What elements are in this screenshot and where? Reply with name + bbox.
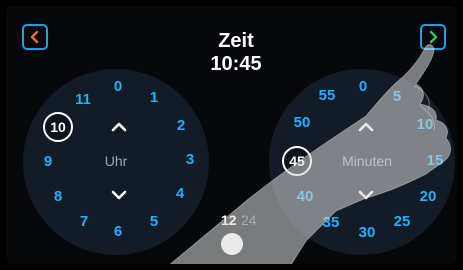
minute-0[interactable]: 0: [351, 77, 375, 97]
minute-35[interactable]: 35: [319, 213, 343, 233]
minute-45-selected[interactable]: 45: [282, 146, 312, 176]
page-title: Zeit: [218, 30, 254, 52]
hour-0[interactable]: 0: [106, 77, 130, 97]
minute-20[interactable]: 20: [416, 187, 440, 207]
hour-dial[interactable]: 0 1 2 3 4 5 6 7 8 9 10 11 Uhr: [23, 69, 209, 255]
format-24-option[interactable]: 24: [241, 212, 257, 228]
minute-50[interactable]: 50: [290, 113, 314, 133]
minute-dial[interactable]: 55 0 5 50 10 45 15 40 20 35 30 25 Minute…: [269, 69, 455, 255]
format-12-option[interactable]: 12: [221, 212, 237, 228]
hour-2[interactable]: 2: [169, 116, 193, 136]
hour-3[interactable]: 3: [178, 150, 202, 170]
next-button[interactable]: [420, 24, 446, 50]
hour-1[interactable]: 1: [142, 88, 166, 108]
hour-8[interactable]: 8: [46, 187, 70, 207]
hour-11[interactable]: 11: [71, 90, 95, 110]
minute-10[interactable]: 10: [413, 115, 437, 135]
hour-4[interactable]: 4: [168, 184, 192, 204]
hour-down-icon[interactable]: [111, 190, 127, 200]
time-display: 10:45: [210, 53, 262, 75]
hour-9[interactable]: 9: [36, 152, 60, 172]
minute-15[interactable]: 15: [423, 151, 447, 171]
minute-down-icon[interactable]: [358, 190, 374, 200]
minute-dial-label: Minuten: [342, 153, 392, 169]
chevron-right-icon: [429, 30, 438, 44]
hour-up-icon[interactable]: [111, 122, 127, 132]
minute-25[interactable]: 25: [390, 212, 414, 232]
minute-5[interactable]: 5: [385, 87, 409, 107]
hour-dial-label: Uhr: [104, 153, 128, 169]
minute-55[interactable]: 55: [315, 86, 339, 106]
hour-10-selected[interactable]: 10: [43, 112, 73, 142]
minute-40[interactable]: 40: [293, 187, 317, 207]
time-setting-screen: Zeit 10:45 0 1 2 3 4 5 6 7 8 9 10 11 Uhr…: [6, 6, 457, 264]
minute-up-icon[interactable]: [358, 122, 374, 132]
format-toggle[interactable]: [221, 233, 243, 255]
minute-30[interactable]: 30: [355, 223, 379, 243]
hour-5[interactable]: 5: [142, 212, 166, 232]
chevron-left-icon: [30, 30, 39, 44]
hour-7[interactable]: 7: [72, 212, 96, 232]
previous-button[interactable]: [22, 24, 48, 50]
hour-6[interactable]: 6: [106, 222, 130, 242]
